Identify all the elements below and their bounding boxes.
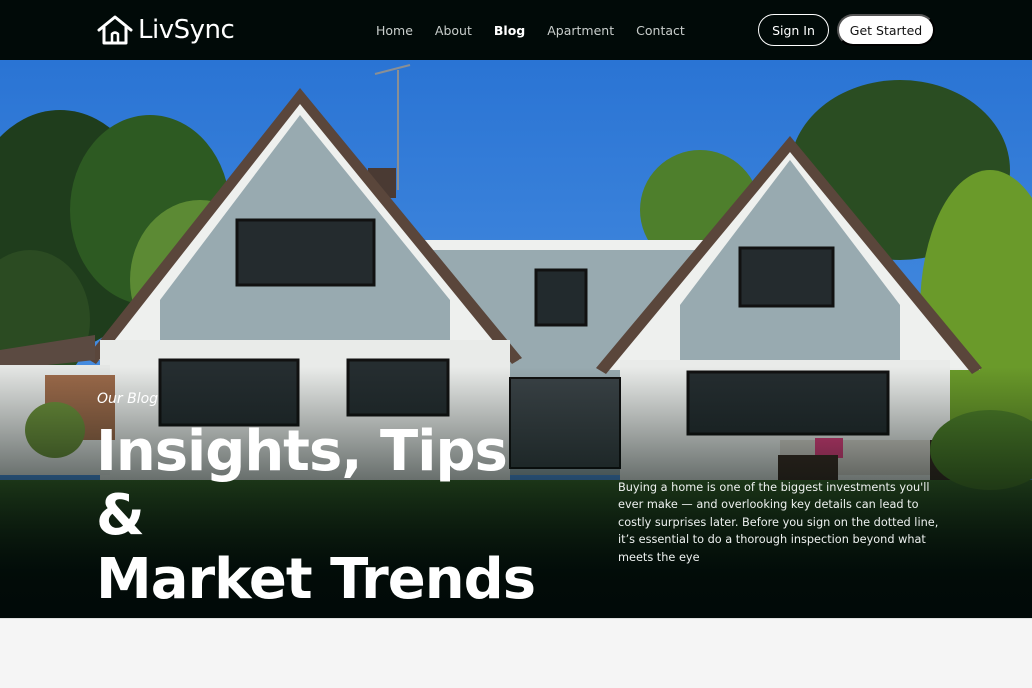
nav-link-apartment[interactable]: Apartment	[547, 23, 614, 38]
get-started-button[interactable]: Get Started	[837, 14, 935, 46]
hero-kicker: Our Blog	[97, 391, 159, 407]
nav-link-contact[interactable]: Contact	[636, 23, 685, 38]
brand-logo[interactable]: LivSync	[96, 13, 235, 47]
nav-link-home[interactable]: Home	[376, 23, 413, 38]
hero-title-line-2: Market Trends	[96, 547, 536, 612]
top-navbar: LivSync Home About Blog Apartment Contac…	[0, 0, 1032, 60]
sign-in-button[interactable]: Sign In	[758, 14, 829, 46]
hero-section: Our Blog Insights, Tips & Market Trends …	[0, 60, 1032, 618]
content-section	[0, 618, 1032, 688]
brand-name: LivSync	[138, 15, 235, 45]
main-nav: Home About Blog Apartment Contact	[376, 0, 707, 60]
house-icon	[97, 15, 133, 45]
nav-link-blog[interactable]: Blog	[494, 23, 525, 38]
hero-title-line-1: Insights, Tips &	[96, 419, 508, 548]
hero-description: Buying a home is one of the biggest inve…	[618, 481, 939, 564]
hero-title: Insights, Tips & Market Trends	[96, 420, 556, 612]
nav-link-about[interactable]: About	[435, 23, 472, 38]
